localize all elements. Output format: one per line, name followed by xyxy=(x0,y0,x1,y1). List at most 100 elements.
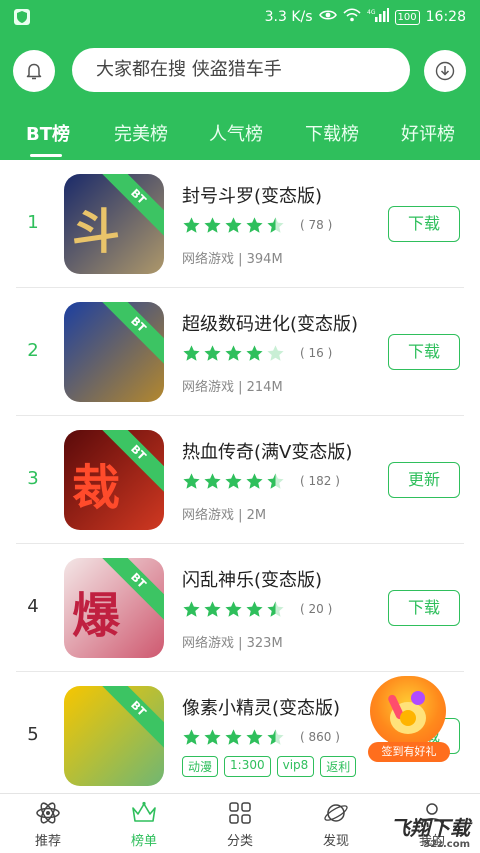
star-icon xyxy=(246,729,263,745)
nav-categories[interactable]: 分类 xyxy=(210,800,270,852)
signal-icon: 4G xyxy=(367,8,389,26)
search-input[interactable]: 大家都在搜 侠盗猎车手 xyxy=(72,48,410,92)
battery-level: 100 xyxy=(394,9,420,25)
nav-rankings[interactable]: 榜单 xyxy=(114,800,174,852)
crown-icon xyxy=(132,801,156,822)
app-name[interactable]: 封号斗罗(变态版) xyxy=(182,182,322,208)
tag-badge: 动漫 xyxy=(182,756,219,777)
tag-badge: 1:300 xyxy=(224,756,271,777)
app-tags: 动漫 1:300 vip8 返利 xyxy=(182,756,357,777)
download-button[interactable]: 下载 xyxy=(388,334,460,370)
app-meta: 网络游戏 | 323M xyxy=(182,636,283,651)
rank-number: 1 xyxy=(27,212,39,233)
tag-badge: 返利 xyxy=(320,756,357,777)
eye-icon xyxy=(318,9,337,25)
star-icon xyxy=(267,217,284,233)
update-button[interactable]: 更新 xyxy=(388,462,460,498)
bell-icon xyxy=(26,63,42,80)
star-rating xyxy=(182,216,285,235)
star-icon xyxy=(267,729,284,745)
app-meta: 网络游戏 | 394M xyxy=(182,252,283,267)
app-name[interactable]: 超级数码进化(变态版) xyxy=(182,310,358,336)
app-name[interactable]: 闪乱神乐(变态版) xyxy=(182,566,322,592)
network-type: 4G xyxy=(367,9,376,16)
active-tab-indicator xyxy=(30,154,62,157)
star-icon xyxy=(267,473,284,489)
atom-icon xyxy=(36,802,60,824)
nav-label: 分类 xyxy=(226,834,253,849)
nav-discover[interactable]: 发现 xyxy=(306,800,366,852)
star-icon xyxy=(267,345,284,361)
rank-number: 5 xyxy=(27,724,39,745)
ranking-tabs: BT榜 完美榜 人气榜 下载榜 好评榜 xyxy=(0,120,480,157)
tab-perfect[interactable]: 完美榜 xyxy=(114,120,168,146)
app-list-item[interactable]: 1 斗罗BT 封号斗罗(变态版) ( 78 ) 网络游戏 | 394M 下载 xyxy=(0,160,480,288)
app-list-item[interactable]: 3 裁决BT 热血传奇(满V变态版) ( 182 ) 网络游戏 | 2M 更新 xyxy=(0,416,480,544)
app-icon-art: 爆 xyxy=(72,588,121,644)
header: 大家都在搜 侠盗猎车手 BT榜 完美榜 人气榜 下载榜 好评榜 xyxy=(0,34,480,160)
star-rating xyxy=(182,472,285,491)
tab-bt[interactable]: BT榜 xyxy=(26,120,70,146)
app-meta: 网络游戏 | 2M xyxy=(182,508,267,523)
bt-badge: BT xyxy=(96,302,164,367)
star-icon xyxy=(225,473,242,489)
app-name[interactable]: 热血传奇(满V变态版) xyxy=(182,438,352,464)
watermark-sub: 52z.com xyxy=(423,839,470,850)
app-icon[interactable]: BT xyxy=(64,686,164,786)
network-speed: 3.3 K/s xyxy=(264,9,313,25)
star-icon xyxy=(204,729,221,745)
app-name[interactable]: 像素小精灵(变态版) xyxy=(182,694,340,720)
star-icon xyxy=(204,473,221,489)
grid-icon xyxy=(229,802,251,824)
nav-label: 榜单 xyxy=(130,834,157,849)
star-icon xyxy=(246,345,263,361)
app-icon[interactable]: BT xyxy=(64,302,164,402)
star-icon xyxy=(183,729,200,745)
planet-icon xyxy=(324,804,348,822)
app-icon[interactable]: 裁决BT xyxy=(64,430,164,530)
star-rating xyxy=(182,728,285,747)
rank-number: 3 xyxy=(27,468,39,489)
bt-badge: BT xyxy=(96,686,164,751)
star-icon xyxy=(225,729,242,745)
rank-number: 2 xyxy=(27,340,39,361)
rank-number: 4 xyxy=(27,596,39,617)
download-manager-button[interactable] xyxy=(424,50,466,92)
tab-popular[interactable]: 人气榜 xyxy=(209,120,263,146)
tag-badge: vip8 xyxy=(276,756,315,777)
clock: 16:28 xyxy=(425,9,466,25)
download-button[interactable]: 下载 xyxy=(388,590,460,626)
star-icon xyxy=(183,217,200,233)
tab-reviews[interactable]: 好评榜 xyxy=(401,120,455,146)
star-rating xyxy=(182,344,285,363)
star-icon xyxy=(225,345,242,361)
rating-count: ( 20 ) xyxy=(300,602,333,616)
app-list-item[interactable]: 2 BT 超级数码进化(变态版) ( 16 ) 网络游戏 | 214M 下载 xyxy=(0,288,480,416)
rating-count: ( 16 ) xyxy=(300,346,333,360)
rating-count: ( 860 ) xyxy=(300,730,340,744)
star-icon xyxy=(246,473,263,489)
star-icon xyxy=(183,473,200,489)
security-shield-icon xyxy=(14,9,30,25)
promo-label: 签到有好礼 xyxy=(368,742,450,762)
app-icon[interactable]: 斗罗BT xyxy=(64,174,164,274)
download-button[interactable]: 下载 xyxy=(388,206,460,242)
star-rating xyxy=(182,600,285,619)
checkin-promo[interactable]: 签到有好礼 xyxy=(368,672,450,764)
gift-icon xyxy=(370,676,446,746)
star-icon xyxy=(246,601,263,617)
app-list-item[interactable]: 4 爆 BT 闪乱神乐(变态版) ( 20 ) 网络游戏 | 323M 下载 xyxy=(0,544,480,672)
star-icon xyxy=(267,601,284,617)
star-icon xyxy=(204,345,221,361)
nav-recommend[interactable]: 推荐 xyxy=(18,800,78,852)
watermark-text: 飞翔下载 xyxy=(390,816,470,840)
notification-button[interactable] xyxy=(13,50,55,92)
tab-downloads[interactable]: 下载榜 xyxy=(305,120,359,146)
nav-label: 推荐 xyxy=(34,834,61,849)
star-icon xyxy=(183,345,200,361)
star-icon xyxy=(183,601,200,617)
star-icon xyxy=(246,217,263,233)
star-icon xyxy=(204,601,221,617)
nav-label: 发现 xyxy=(322,834,349,849)
app-icon[interactable]: 爆 BT xyxy=(64,558,164,658)
